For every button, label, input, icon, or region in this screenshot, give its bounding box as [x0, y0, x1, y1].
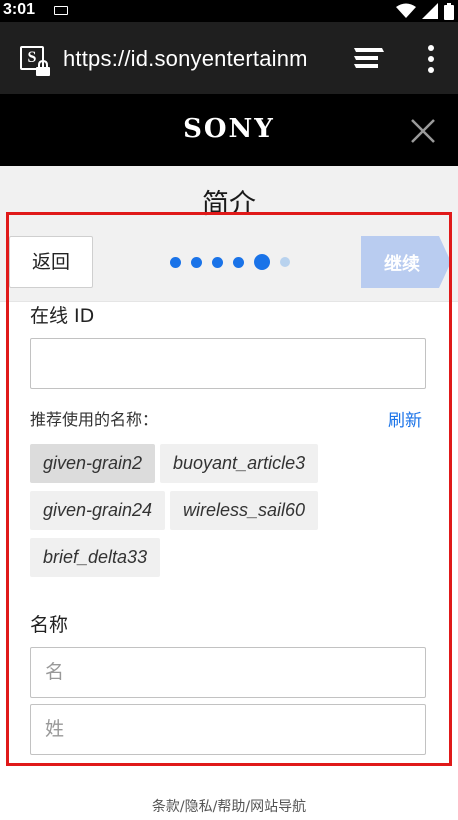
- last-name-input[interactable]: 姓: [30, 704, 426, 755]
- lock-icon: [36, 60, 50, 76]
- back-button[interactable]: 返回: [9, 236, 93, 288]
- step-dot-upcoming: [280, 257, 290, 267]
- suggestion-chip[interactable]: wireless_sail60: [170, 491, 319, 530]
- tabs-icon[interactable]: [352, 44, 386, 74]
- page-title: 简介: [202, 189, 256, 220]
- step-dot: [233, 256, 244, 268]
- wifi-icon: [396, 3, 416, 18]
- sony-header: SONY: [0, 94, 458, 166]
- continue-button-label: 继续: [384, 254, 420, 275]
- status-icons: [396, 2, 454, 20]
- signal-icon: [422, 3, 438, 19]
- footer-links[interactable]: 条款/隐私/帮助/网站导航: [0, 796, 458, 816]
- suggestion-chip[interactable]: buoyant_article3: [160, 444, 319, 483]
- browser-url-bar: S https://id.sonyentertainm: [0, 22, 458, 94]
- suggestion-chip[interactable]: given-grain24: [30, 491, 166, 530]
- online-id-input[interactable]: [30, 338, 426, 389]
- keyboard-icon: [54, 6, 68, 15]
- status-time: 3:01: [3, 1, 36, 18]
- overflow-menu-icon[interactable]: [423, 44, 439, 74]
- first-name-input[interactable]: 名: [30, 647, 426, 698]
- step-dot-current: [254, 254, 270, 270]
- refresh-link[interactable]: 刷新: [388, 406, 422, 431]
- step-dot: [170, 256, 181, 268]
- step-dot: [212, 256, 223, 268]
- suggestions-label: 推荐使用的名称：: [30, 410, 159, 429]
- online-id-label: 在线 ID: [30, 305, 95, 327]
- battery-icon: [444, 2, 454, 20]
- step-navigation: 返回 继续: [0, 220, 458, 302]
- status-bar: 3:01: [0, 0, 458, 22]
- step-dot: [191, 256, 202, 268]
- close-icon[interactable]: [408, 116, 438, 146]
- continue-button[interactable]: 继续: [361, 236, 451, 288]
- suggestion-chip[interactable]: given-grain2: [30, 444, 156, 483]
- suggestion-chip[interactable]: brief_delta33: [30, 538, 161, 577]
- step-indicator: [170, 254, 290, 270]
- title-area: 简介: [0, 166, 458, 220]
- url-field[interactable]: https://id.sonyentertainm: [63, 46, 327, 72]
- sony-logo: SONY: [183, 114, 275, 144]
- name-label: 名称: [30, 614, 69, 636]
